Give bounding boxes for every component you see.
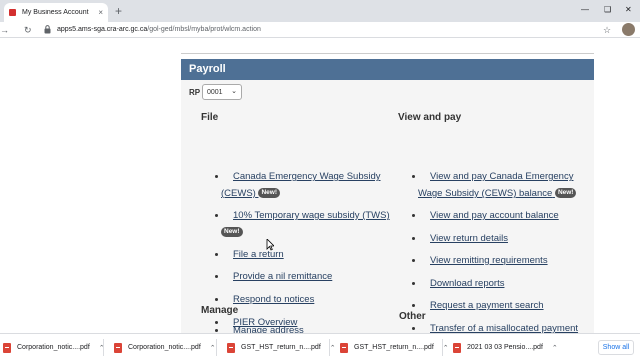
divider: [329, 339, 330, 356]
link-download-reports[interactable]: Download reports: [412, 276, 504, 291]
download-filename: GST_HST_return_n....pdf: [241, 344, 321, 351]
pdf-file-icon: [227, 342, 235, 353]
download-item[interactable]: Corporation_notic....pdf ⌃: [3, 340, 105, 355]
new-badge: New!: [258, 188, 280, 199]
payroll-panel: Payroll RP 0001 ⌄ File Canada Emergency …: [181, 59, 594, 333]
bullet: [215, 297, 218, 301]
tws-new-badge: New!: [221, 225, 243, 240]
bullet: [412, 236, 415, 240]
profile-avatar-icon[interactable]: [622, 23, 635, 36]
site-favicon-icon: [9, 9, 16, 16]
new-tab-button[interactable]: +: [115, 4, 122, 18]
lock-icon[interactable]: [44, 25, 51, 34]
pdf-file-icon: [3, 342, 11, 353]
link-manage-address[interactable]: Manage address: [215, 323, 304, 333]
link-remitting-requirements[interactable]: View remitting requirements: [412, 253, 548, 268]
link-transfer-payment[interactable]: Transfer of a misallocated payment: [412, 321, 578, 333]
other-heading: Other: [399, 311, 426, 322]
url-path: /gol-ged/mbsl/myba/prot/wlcm.action: [147, 26, 261, 33]
divider: [442, 339, 443, 356]
page-content: Payroll RP 0001 ⌄ File Canada Emergency …: [0, 38, 640, 333]
link-account-balance[interactable]: View and pay account balance: [412, 208, 559, 223]
bullet: [215, 174, 218, 178]
star-icon[interactable]: ☆: [603, 23, 611, 37]
bullet: [215, 328, 218, 332]
new-badge: New!: [554, 188, 577, 199]
reload-icon[interactable]: ↻: [24, 23, 32, 37]
bullet: [412, 174, 415, 178]
download-item[interactable]: GST_HST_return_n....pdf ⌃: [227, 340, 336, 355]
link-cews-line2[interactable]: (CEWS) New!: [221, 186, 280, 201]
chevron-up-icon[interactable]: ⌃: [330, 344, 336, 352]
minimize-icon[interactable]: —: [581, 4, 589, 16]
file-column: File Canada Emergency Wage Subsidy (CEWS…: [201, 59, 391, 333]
file-heading: File: [201, 112, 219, 123]
restore-icon[interactable]: ❑: [604, 4, 611, 16]
bullet: [412, 213, 415, 217]
show-all-button[interactable]: Show all: [598, 340, 634, 355]
link-nil-remittance[interactable]: Provide a nil remittance: [215, 269, 332, 284]
link-return-details[interactable]: View return details: [412, 231, 508, 246]
bullet: [412, 258, 415, 262]
link-file-return[interactable]: File a return: [215, 247, 284, 262]
download-filename: Corporation_notic....pdf: [128, 344, 201, 351]
bullet: [215, 320, 218, 324]
rp-label: RP: [189, 88, 201, 97]
chevron-up-icon[interactable]: ⌃: [443, 344, 449, 352]
link-tws[interactable]: 10% Temporary wage subsidy (TWS): [215, 208, 390, 223]
pdf-file-icon: [114, 342, 122, 353]
view-pay-heading: View and pay: [398, 112, 462, 123]
link-cews-line1[interactable]: Canada Emergency Wage Subsidy: [215, 169, 381, 184]
download-filename: GST_HST_return_n....pdf: [354, 344, 434, 351]
bullet: [412, 326, 415, 330]
download-item[interactable]: Corporation_notic....pdf ⌃: [114, 340, 216, 355]
divider: [103, 339, 104, 356]
link-view-cews-line1[interactable]: View and pay Canada Emergency: [412, 169, 573, 184]
divider: [181, 53, 594, 54]
bullet: [215, 252, 218, 256]
window-close-icon[interactable]: ✕: [625, 4, 632, 16]
url-host: apps5.ams-sga.cra-arc.gc.ca: [57, 26, 148, 33]
pdf-file-icon: [453, 342, 461, 353]
browser-tab-strip: My Business Account × + — ❑ ✕: [0, 0, 640, 22]
download-shelf: Corporation_notic....pdf ⌃ Corporation_n…: [0, 333, 640, 360]
link-payment-search[interactable]: Request a payment search: [412, 298, 544, 313]
bullet: [412, 281, 415, 285]
link-view-cews-line2[interactable]: Wage Subsidy (CEWS) balance New!: [418, 186, 577, 201]
tab-title: My Business Account: [22, 9, 89, 16]
bullet: [215, 274, 218, 278]
pdf-file-icon: [340, 342, 348, 353]
mouse-pointer-icon: [266, 239, 274, 251]
bullet: [412, 303, 415, 307]
download-item[interactable]: GST_HST_return_n....pdf ⌃: [340, 340, 449, 355]
view-pay-column: View and pay View and pay Canada Emergen…: [398, 59, 594, 333]
address-bar[interactable]: apps5.ams-sga.cra-arc.gc.ca/gol-ged/mbsl…: [57, 24, 261, 36]
chevron-up-icon[interactable]: ⌃: [210, 344, 216, 352]
tab-close-icon[interactable]: ×: [98, 8, 103, 17]
browser-tab[interactable]: My Business Account ×: [4, 3, 108, 22]
manage-heading: Manage: [201, 305, 239, 316]
bullet: [215, 213, 218, 217]
forward-arrow-icon[interactable]: →: [0, 23, 9, 37]
download-filename: 2021 03 03 Pensio....pdf: [467, 344, 543, 351]
chevron-up-icon[interactable]: ⌃: [552, 344, 558, 352]
download-filename: Corporation_notic....pdf: [17, 344, 90, 351]
download-item[interactable]: 2021 03 03 Pensio....pdf ⌃: [453, 340, 558, 355]
divider: [216, 339, 217, 356]
browser-toolbar: → ↻ apps5.ams-sga.cra-arc.gc.ca/gol-ged/…: [0, 22, 640, 38]
